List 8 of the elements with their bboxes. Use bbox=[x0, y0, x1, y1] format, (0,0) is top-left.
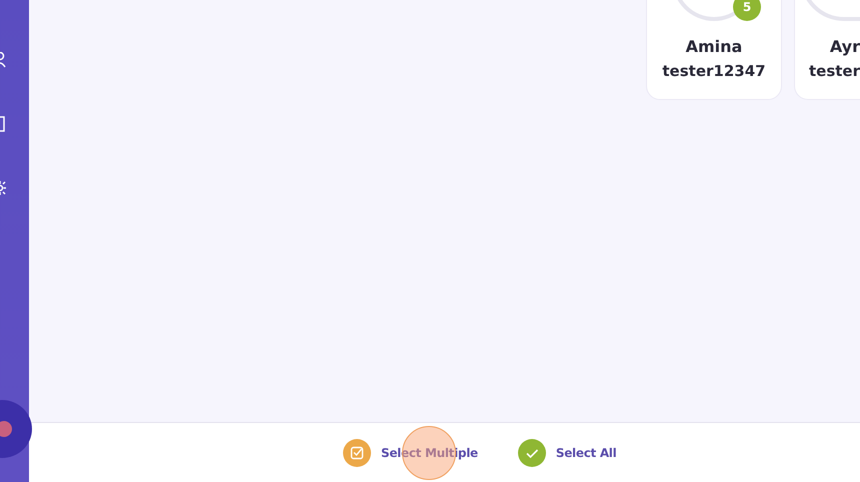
profile-username: tester bbox=[808, 61, 860, 82]
profile-name: Amina bbox=[686, 36, 742, 58]
count-badge: 5 bbox=[733, 0, 761, 21]
profile-card[interactable]: 5 Amina tester12347 bbox=[646, 0, 782, 100]
profile-username: tester12347 bbox=[662, 61, 766, 82]
profile-name: Ayr bbox=[830, 36, 860, 58]
select-all-button[interactable]: Select All bbox=[518, 438, 616, 466]
profile-card[interactable]: Ayr tester bbox=[794, 0, 860, 100]
